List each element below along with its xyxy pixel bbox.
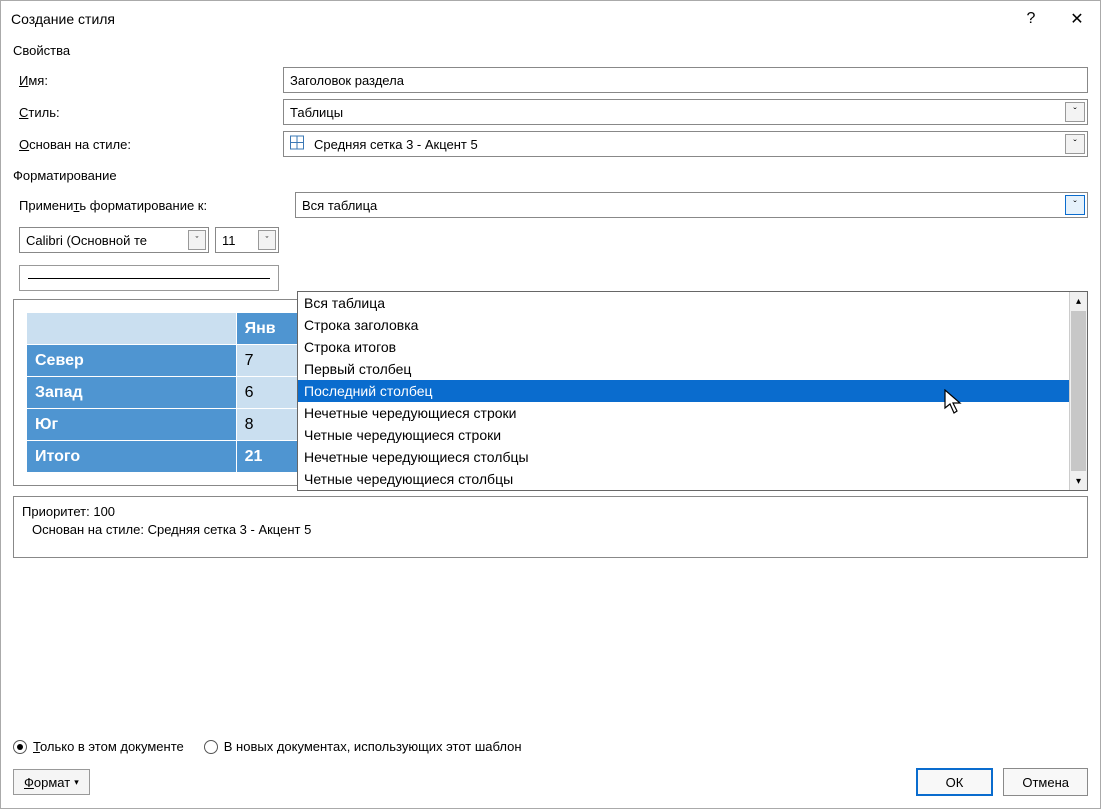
chevron-down-icon: ˇ bbox=[1065, 134, 1085, 154]
apply-to-row: Применить форматирование к: Вся таблица … bbox=[13, 192, 1088, 218]
font-size-combo[interactable]: 11 ˇ bbox=[215, 227, 279, 253]
table-rowhead: Север bbox=[27, 345, 237, 377]
format-toolbar: Calibri (Основной те ˇ 11 ˇ bbox=[13, 227, 1088, 253]
dropdown-item[interactable]: Четные чередующиеся столбцы bbox=[298, 468, 1069, 490]
cancel-button[interactable]: Отмена bbox=[1003, 768, 1088, 796]
scope-radio-group: Только в этом документе В новых документ… bbox=[13, 727, 1088, 754]
dropdown-item[interactable]: Первый столбец bbox=[298, 358, 1069, 380]
font-combo[interactable]: Calibri (Основной те ˇ bbox=[19, 227, 209, 253]
chevron-down-icon: ˇ bbox=[188, 230, 206, 250]
based-on-combo-value: Средняя сетка 3 - Акцент 5 bbox=[314, 137, 1065, 152]
style-label: Стиль: bbox=[13, 105, 283, 120]
font-combo-value: Calibri (Основной те bbox=[26, 233, 188, 248]
border-style-combo[interactable] bbox=[19, 265, 279, 291]
scrollbar[interactable]: ▴ ▾ bbox=[1069, 292, 1087, 490]
button-bar: Формат ▾ ОК Отмена bbox=[13, 768, 1088, 796]
description-box: Приоритет: 100 Основан на стиле: Средняя… bbox=[13, 496, 1088, 558]
caret-down-icon: ▾ bbox=[74, 777, 79, 788]
scroll-down-icon[interactable]: ▾ bbox=[1070, 472, 1087, 490]
window-title: Создание стиля bbox=[11, 11, 1008, 27]
table-icon bbox=[290, 136, 304, 153]
description-priority: Приоритет: 100 bbox=[22, 503, 1079, 521]
based-on-combo[interactable]: Средняя сетка 3 - Акцент 5 ˇ bbox=[283, 131, 1088, 157]
radio-new-documents[interactable]: В новых документах, использующих этот ша… bbox=[204, 739, 522, 754]
based-on-label: Основан на стиле: bbox=[13, 137, 283, 152]
dropdown-item[interactable]: Вся таблица bbox=[298, 292, 1069, 314]
style-combo[interactable]: Таблицы ˇ bbox=[283, 99, 1088, 125]
dropdown-item[interactable]: Четные чередующиеся строки bbox=[298, 424, 1069, 446]
apply-to-label: Применить форматирование к: bbox=[13, 198, 295, 213]
table-rowhead: Запад bbox=[27, 377, 237, 409]
table-rowhead: Юг bbox=[27, 409, 237, 441]
format-menu-button[interactable]: Формат ▾ bbox=[13, 769, 90, 795]
line-preview bbox=[28, 278, 270, 279]
table-cell bbox=[27, 313, 237, 345]
radio-only-document[interactable]: Только в этом документе bbox=[13, 739, 184, 754]
description-basedon: Основан на стиле: Средняя сетка 3 - Акце… bbox=[22, 521, 1079, 539]
dropdown-list: Вся таблицаСтрока заголовкаСтрока итогов… bbox=[298, 292, 1069, 490]
scroll-thumb[interactable] bbox=[1071, 311, 1086, 471]
apply-to-combo-value: Вся таблица bbox=[302, 198, 1065, 213]
chevron-down-icon: ˇ bbox=[258, 230, 276, 250]
apply-to-dropdown-list: Вся таблицаСтрока заголовкаСтрока итогов… bbox=[297, 291, 1088, 491]
dropdown-item[interactable]: Строка заголовка bbox=[298, 314, 1069, 336]
chevron-down-icon: ˇ bbox=[1065, 195, 1085, 215]
create-style-dialog: Создание стиля ? ✕ Свойства Имя: Стиль: … bbox=[0, 0, 1101, 809]
scroll-up-icon[interactable]: ▴ bbox=[1070, 292, 1087, 310]
properties-group-label: Свойства bbox=[13, 43, 1088, 58]
titlebar: Создание стиля ? ✕ bbox=[1, 1, 1100, 37]
font-size-value: 11 bbox=[222, 233, 258, 248]
radio-icon bbox=[204, 740, 218, 754]
close-button[interactable]: ✕ bbox=[1054, 1, 1100, 37]
formatting-group-label: Форматирование bbox=[13, 168, 1088, 183]
dropdown-item[interactable]: Нечетные чередующиеся строки bbox=[298, 402, 1069, 424]
ok-button[interactable]: ОК bbox=[916, 768, 994, 796]
dropdown-item[interactable]: Строка итогов bbox=[298, 336, 1069, 358]
table-rowhead: Итого bbox=[27, 441, 237, 473]
name-row: Имя: bbox=[13, 67, 1088, 93]
radio-icon bbox=[13, 740, 27, 754]
name-label: Имя: bbox=[13, 73, 283, 88]
dropdown-item[interactable]: Последний столбец bbox=[298, 380, 1069, 402]
apply-to-combo[interactable]: Вся таблица ˇ bbox=[295, 192, 1088, 218]
help-button[interactable]: ? bbox=[1008, 1, 1054, 37]
dropdown-item[interactable]: Нечетные чередующиеся столбцы bbox=[298, 446, 1069, 468]
style-row: Стиль: Таблицы ˇ bbox=[13, 99, 1088, 125]
name-input[interactable] bbox=[283, 67, 1088, 93]
style-combo-value: Таблицы bbox=[290, 105, 1065, 120]
dialog-body: Свойства Имя: Стиль: Таблицы ˇ Основан н… bbox=[1, 37, 1100, 808]
chevron-down-icon: ˇ bbox=[1065, 102, 1085, 122]
based-on-row: Основан на стиле: Средняя сетка 3 - Акце… bbox=[13, 131, 1088, 157]
